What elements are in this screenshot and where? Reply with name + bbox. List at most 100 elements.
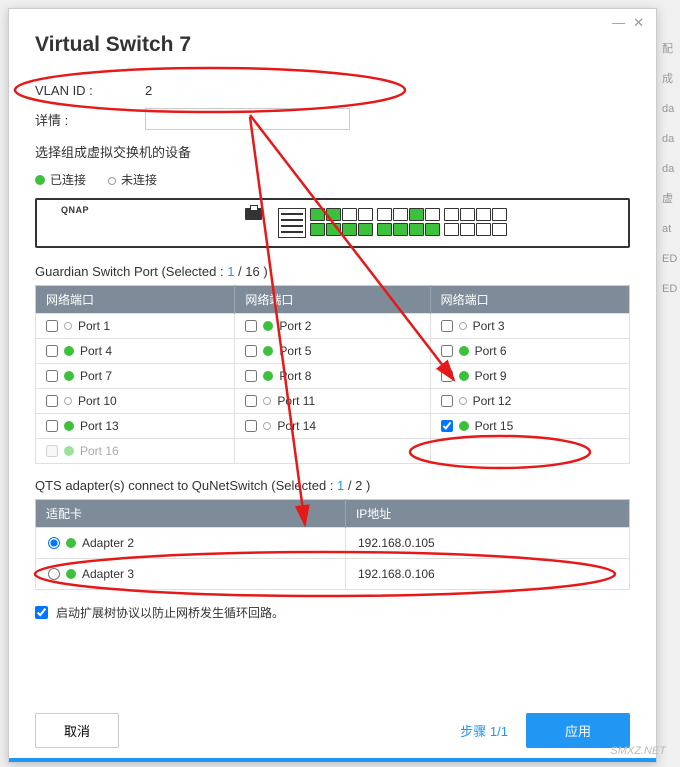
port-block-1 <box>310 208 373 238</box>
port-checkbox[interactable] <box>441 370 453 382</box>
port-checkbox[interactable] <box>46 370 58 382</box>
port-status-dot-icon <box>64 397 72 405</box>
port-name: Port 11 <box>277 394 315 408</box>
title-bar: — ✕ <box>9 9 656 31</box>
adapter-cell[interactable]: Adapter 3 <box>48 567 333 581</box>
port-name: Port 13 <box>80 419 119 433</box>
port-cell[interactable]: Port 13 <box>46 419 224 433</box>
port-status-dot-icon <box>459 397 467 405</box>
vent-icon <box>278 208 306 238</box>
port-status-dot-icon <box>459 322 467 330</box>
adapter-name: Adapter 2 <box>82 536 134 550</box>
adapter-name: Adapter 3 <box>82 567 134 581</box>
port-checkbox[interactable] <box>46 320 58 332</box>
ports-table: 网络端口 网络端口 网络端口 Port 1 Port 2 Port 3 Port… <box>35 285 630 464</box>
port-status-dot-icon <box>459 421 469 431</box>
port-status-dot-icon <box>263 346 273 356</box>
vlan-id-value: 2 <box>145 83 152 98</box>
port-name: Port 9 <box>475 369 507 383</box>
stp-label: 启动扩展树协议以防止网桥发生循环回路。 <box>56 604 284 621</box>
devices-section-title: 选择组成虚拟交换机的设备 <box>35 142 630 161</box>
port-cell[interactable]: Port 11 <box>245 394 419 408</box>
close-icon[interactable]: ✕ <box>629 15 648 31</box>
port-cell[interactable]: Port 2 <box>245 319 419 333</box>
details-row: 详情 : <box>35 108 630 130</box>
adapter-col-header: 适配卡 <box>36 500 346 528</box>
port-cell[interactable]: Port 14 <box>245 419 419 433</box>
port-status-dot-icon <box>459 346 469 356</box>
port-name: Port 8 <box>279 369 311 383</box>
port-cell[interactable]: Port 12 <box>441 394 619 408</box>
qts-section-title: QTS adapter(s) connect to QuNetSwitch (S… <box>35 478 630 493</box>
legend-disconnected: 未连接 <box>108 171 157 188</box>
legend-connected: 已连接 <box>35 171 86 188</box>
port-checkbox[interactable] <box>46 345 58 357</box>
port-checkbox[interactable] <box>441 320 453 332</box>
port-cell[interactable]: Port 3 <box>441 319 619 333</box>
ports-col-header-3: 网络端口 <box>430 286 629 314</box>
green-dot-icon <box>35 175 45 185</box>
device-brand-label: QNAP <box>61 205 89 215</box>
ports-col-header-1: 网络端口 <box>36 286 235 314</box>
port-cell[interactable]: Port 10 <box>46 394 224 408</box>
port-name: Port 3 <box>473 319 505 333</box>
port-cell[interactable]: Port 16 <box>46 444 224 458</box>
port-status-dot-icon <box>64 346 74 356</box>
port-name: Port 12 <box>473 394 512 408</box>
stp-checkbox[interactable] <box>35 606 48 619</box>
progress-bar <box>9 758 656 762</box>
watermark: SMXZ.NET <box>610 745 666 757</box>
port-checkbox[interactable] <box>441 420 453 432</box>
switch-device-diagram: QNAP <box>35 198 630 248</box>
port-name: Port 7 <box>80 369 112 383</box>
adapter-status-dot-icon <box>66 569 76 579</box>
port-checkbox[interactable] <box>441 395 453 407</box>
adapter-radio[interactable] <box>48 537 60 549</box>
cancel-button[interactable]: 取消 <box>35 713 119 748</box>
virtual-switch-dialog: — ✕ Virtual Switch 7 VLAN ID : 2 详情 : 选择… <box>8 8 657 763</box>
port-name: Port 14 <box>277 419 316 433</box>
port-status-dot-icon <box>64 446 74 456</box>
details-input[interactable] <box>145 108 350 130</box>
details-label: 详情 : <box>35 110 145 129</box>
port-cell[interactable]: Port 1 <box>46 319 224 333</box>
port-cell[interactable]: Port 6 <box>441 344 619 358</box>
port-checkbox[interactable] <box>245 395 257 407</box>
port-name: Port 10 <box>78 394 117 408</box>
port-checkbox[interactable] <box>441 345 453 357</box>
port-checkbox[interactable] <box>245 420 257 432</box>
stp-row: 启动扩展树协议以防止网桥发生循环回路。 <box>35 604 630 621</box>
dialog-title: Virtual Switch 7 <box>35 33 630 57</box>
port-name: Port 1 <box>78 319 110 333</box>
adapter-radio[interactable] <box>48 568 60 580</box>
port-status-dot-icon <box>64 421 74 431</box>
port-name: Port 16 <box>80 444 119 458</box>
adapter-cell[interactable]: Adapter 2 <box>48 536 333 550</box>
port-checkbox[interactable] <box>245 370 257 382</box>
port-cell[interactable]: Port 5 <box>245 344 419 358</box>
port-cell[interactable]: Port 7 <box>46 369 224 383</box>
port-cell[interactable]: Port 15 <box>441 419 619 433</box>
gray-dot-icon <box>108 177 116 185</box>
ip-col-header: IP地址 <box>345 500 629 528</box>
adapter-ip: 192.168.0.105 <box>345 528 629 559</box>
port-status-dot-icon <box>64 371 74 381</box>
background-clipped-sidebar: 配成dadada虚atEDED <box>662 34 680 304</box>
adapter-ip: 192.168.0.106 <box>345 559 629 590</box>
port-block-3 <box>444 208 507 238</box>
port-checkbox[interactable] <box>245 345 257 357</box>
port-block-2 <box>377 208 440 238</box>
port-cell[interactable]: Port 8 <box>245 369 419 383</box>
port-status-dot-icon <box>263 422 271 430</box>
port-checkbox[interactable] <box>245 320 257 332</box>
port-checkbox[interactable] <box>46 445 58 457</box>
port-cell[interactable]: Port 9 <box>441 369 619 383</box>
port-checkbox[interactable] <box>46 420 58 432</box>
port-status-dot-icon <box>263 371 273 381</box>
port-checkbox[interactable] <box>46 395 58 407</box>
apply-button[interactable]: 应用 <box>526 713 630 748</box>
port-cell[interactable]: Port 4 <box>46 344 224 358</box>
minimize-icon[interactable]: — <box>608 15 629 31</box>
port-name: Port 4 <box>80 344 112 358</box>
vlan-id-label: VLAN ID : <box>35 83 145 98</box>
